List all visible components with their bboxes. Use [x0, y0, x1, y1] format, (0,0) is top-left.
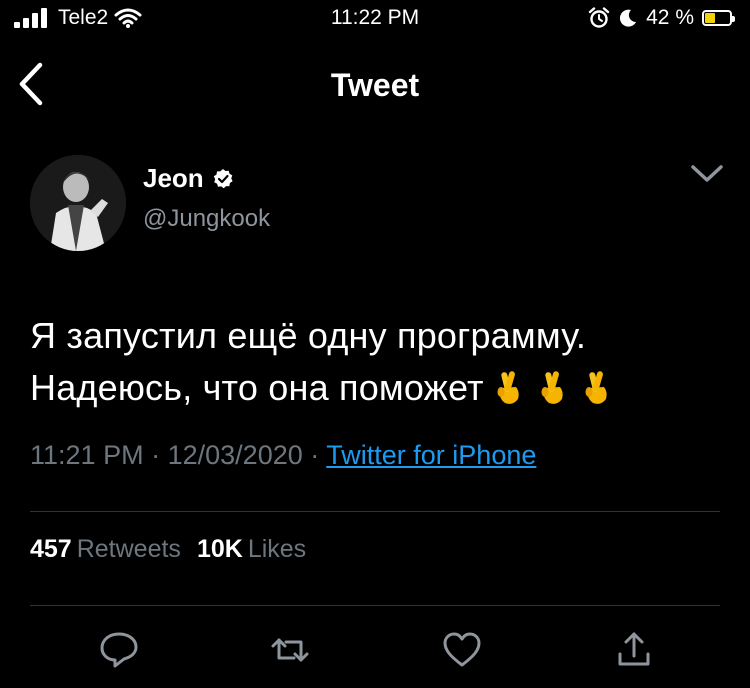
emoji-group: [492, 368, 612, 406]
moon-icon: [620, 9, 637, 27]
display-name[interactable]: Jeon: [143, 163, 204, 194]
battery-percent: 42 %: [646, 6, 694, 29]
nav-bar: Tweet: [0, 55, 750, 115]
meta-separator: ·: [151, 440, 161, 470]
tweet-text: Я запустил ещё одну программу. Надеюсь, …: [30, 310, 720, 414]
tweet-author: Jeon @Jungkook: [30, 155, 730, 255]
share-icon: [618, 632, 650, 666]
tweet-source-link[interactable]: Twitter for iPhone: [326, 440, 536, 470]
chevron-down-icon: [691, 165, 723, 182]
name-row: Jeon: [143, 163, 234, 194]
page-title: Tweet: [330, 67, 420, 103]
likes-label: Likes: [247, 535, 307, 563]
retweets-label: Retweets: [76, 535, 181, 563]
likes-stat[interactable]: 10K Likes: [197, 535, 322, 563]
retweets-count: 457: [30, 535, 72, 563]
divider: [30, 511, 720, 512]
meta-separator: ·: [310, 440, 320, 470]
tweet-time: 11:21 PM: [30, 440, 144, 470]
user-handle[interactable]: @Jungkook: [143, 205, 270, 233]
battery-charging-icon: [702, 10, 735, 26]
like-button[interactable]: [440, 628, 484, 672]
tweet-line-2: Надеюсь, что она поможет: [30, 362, 720, 414]
tweet-stats: 457 Retweets 10K Likes: [30, 535, 322, 564]
divider: [30, 605, 720, 606]
retweets-stat[interactable]: 457 Retweets: [30, 535, 197, 563]
status-right: 42 %: [588, 6, 735, 30]
crossed-fingers-emoji-icon: [497, 371, 519, 404]
tweet-menu-button[interactable]: [690, 163, 724, 185]
tweet-line-2-text: Надеюсь, что она поможет: [30, 367, 484, 408]
crossed-fingers-emoji-icon: [585, 371, 607, 404]
avatar[interactable]: [30, 155, 126, 251]
reply-icon: [100, 632, 138, 668]
verified-badge-icon: [213, 168, 233, 188]
tweet-actions: [0, 628, 750, 678]
tweet-date: 12/03/2020: [167, 440, 303, 470]
retweet-icon: [271, 638, 309, 662]
reply-button[interactable]: [97, 628, 141, 672]
status-bar: Tele2 11:22 PM 42 %: [0, 0, 750, 40]
battery-level: [705, 13, 715, 23]
tweet-line-1: Я запустил ещё одну программу.: [30, 315, 587, 356]
share-button[interactable]: [612, 628, 656, 672]
crossed-fingers-emoji-icon: [541, 371, 563, 404]
alarm-icon: [588, 7, 610, 28]
likes-count: 10K: [196, 535, 243, 563]
tweet-meta: 11:21 PM · 12/03/2020 · Twitter for iPho…: [30, 440, 536, 471]
like-icon: [443, 632, 481, 667]
avatar-image: [30, 155, 126, 251]
retweet-button[interactable]: [268, 628, 312, 672]
